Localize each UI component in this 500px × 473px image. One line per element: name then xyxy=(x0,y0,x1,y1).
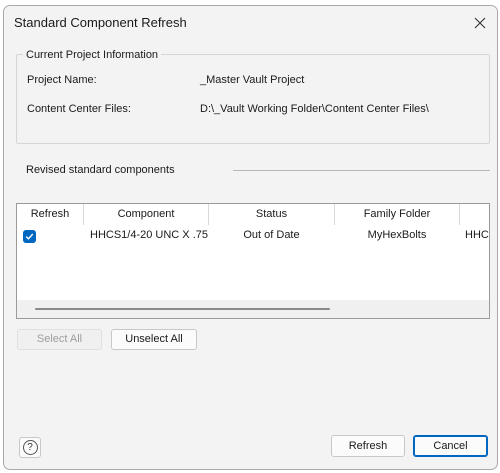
project-info-group xyxy=(16,54,490,144)
cell-component: HHCS1/4-20 UNC X .75... xyxy=(90,229,208,241)
components-grid[interactable]: Refresh Component Status Family Folder H… xyxy=(16,203,490,319)
section-divider xyxy=(233,170,490,171)
content-center-label: Content Center Files: xyxy=(27,103,131,115)
project-name-value: _Master Vault Project xyxy=(200,74,305,86)
column-header-component[interactable]: Component xyxy=(84,204,208,225)
cell-extra: HHCS xyxy=(465,229,489,241)
help-icon: ? xyxy=(22,440,38,455)
unselect-all-button[interactable]: Unselect All xyxy=(111,329,197,350)
horizontal-scrollbar[interactable] xyxy=(17,300,489,318)
column-header-status[interactable]: Status xyxy=(209,204,334,225)
help-button[interactable]: ? xyxy=(19,437,41,458)
refresh-button[interactable]: Refresh xyxy=(331,435,405,457)
standard-component-refresh-dialog: Standard Component Refresh Current Proje… xyxy=(3,5,498,470)
project-name-label: Project Name: xyxy=(27,74,97,86)
project-info-legend: Current Project Information xyxy=(23,49,162,61)
cell-family-folder: MyHexBolts xyxy=(367,229,427,241)
column-header-refresh[interactable]: Refresh xyxy=(17,204,83,225)
checkmark-icon xyxy=(25,233,34,240)
column-header-extra[interactable] xyxy=(460,204,489,225)
scrollbar-thumb[interactable] xyxy=(35,308,330,310)
grid-header: Refresh Component Status Family Folder xyxy=(17,204,489,225)
revised-components-label: Revised standard components xyxy=(26,164,175,176)
window-title: Standard Component Refresh xyxy=(14,15,187,30)
select-all-button[interactable]: Select All xyxy=(17,329,102,350)
column-header-family-folder[interactable]: Family Folder xyxy=(335,204,459,225)
title-bar: Standard Component Refresh xyxy=(4,6,497,39)
close-button[interactable] xyxy=(463,6,497,39)
refresh-checkbox[interactable] xyxy=(23,230,36,243)
close-icon xyxy=(474,17,486,28)
cancel-button[interactable]: Cancel xyxy=(413,435,488,457)
cell-status: Out of Date xyxy=(243,229,300,241)
content-center-value: D:\_Vault Working Folder\Content Center … xyxy=(200,103,429,115)
